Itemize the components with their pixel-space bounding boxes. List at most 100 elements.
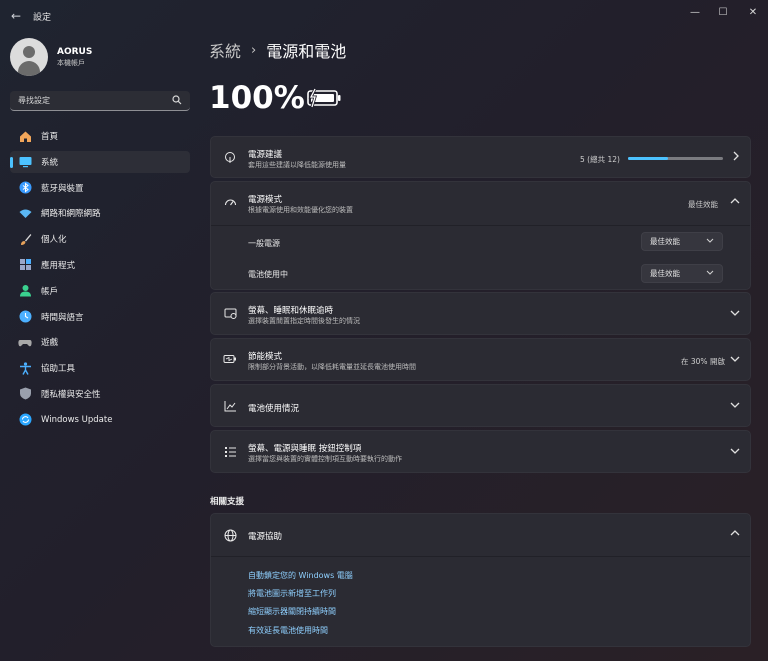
sidebar-item-label: 協助工具 <box>41 364 76 375</box>
power-mode-header[interactable]: 電源模式 根據電源使用和效能優化您的裝置 最佳效能 <box>211 182 750 225</box>
sidebar-item-label: 藍牙與裝置 <box>41 183 84 194</box>
sidebar-item-label: 應用程式 <box>41 260 76 271</box>
recommendations-count: 5 (總共 12) <box>580 155 620 164</box>
sidebar-item-network[interactable]: 網路和網際網路 <box>10 202 190 224</box>
maximize-button[interactable]: ☐ <box>710 4 736 20</box>
chevron-right-icon <box>732 151 740 164</box>
power-mode-subtitle: 根據電源使用和效能優化您的裝置 <box>248 206 353 214</box>
close-button[interactable]: ✕ <box>740 4 766 20</box>
sidebar-item-label: 時間與語言 <box>41 312 84 323</box>
energy-saver-threshold: 在 30% 開啟 <box>681 357 725 366</box>
chevron-down-icon <box>706 236 714 246</box>
network-icon <box>18 206 32 220</box>
usage-chart-icon <box>223 400 237 415</box>
plugged-in-mode-dropdown[interactable]: 最佳效能 <box>641 232 723 251</box>
sidebar-item-bluetooth[interactable]: 藍牙與裝置 <box>10 177 190 199</box>
screen-sleep-timeouts-card[interactable]: 螢幕、睡眠和休眠逾時 選擇裝置閒置指定時間後發生的情況 <box>210 292 751 335</box>
sidebar-item-privacy-security[interactable]: 隱私權與安全性 <box>10 383 190 405</box>
button-controls-card[interactable]: 螢幕、電源與睡眠 按鈕控制項 選擇當您與裝置的實體控制項互動時要執行的動作 <box>210 430 751 473</box>
chevron-down-icon <box>730 401 740 412</box>
sidebar-item-label: 帳戶 <box>41 286 59 297</box>
search-placeholder: 尋找設定 <box>18 96 50 105</box>
power-help-title: 電源協助 <box>248 532 283 542</box>
chevron-down-icon <box>730 355 740 366</box>
screen-sleep-subtitle: 選擇裝置閒置指定時間後發生的情況 <box>248 317 360 325</box>
page-title: 電源和電池 <box>266 42 347 61</box>
accessibility-icon <box>18 361 32 375</box>
display-timer-icon <box>223 308 237 323</box>
avatar-body <box>18 61 40 76</box>
energy-saver-title: 節能模式 <box>248 352 283 362</box>
update-icon <box>18 413 32 427</box>
plugged-in-label: 一般電源 <box>248 239 280 248</box>
help-link[interactable]: 縮短顯示器關閉持續時間 <box>248 606 336 617</box>
globe-icon <box>223 529 237 545</box>
battery-charging-icon <box>306 88 342 108</box>
apps-icon <box>18 258 32 272</box>
chevron-up-icon <box>730 529 740 540</box>
sidebar-item-label: 網路和網際網路 <box>41 209 101 220</box>
power-recommendations-card[interactable]: 電源建議 套用這些建議以降低能源使用量 5 (總共 12) <box>210 136 751 178</box>
sidebar-item-gaming[interactable]: 遊戲 <box>10 331 190 353</box>
profile-account-type: 本機帳戶 <box>57 59 85 67</box>
on-battery-mode-dropdown[interactable]: 最佳效能 <box>641 264 723 283</box>
profile-name: AORUS <box>57 47 93 57</box>
search-icon[interactable] <box>172 95 182 108</box>
sidebar-item-personalization[interactable]: 個人化 <box>10 228 190 250</box>
power-recommendations-title: 電源建議 <box>248 150 283 160</box>
button-controls-title: 螢幕、電源與睡眠 按鈕控制項 <box>248 444 362 454</box>
user-profile[interactable]: AORUS 本機帳戶 <box>10 37 92 77</box>
sidebar-item-home[interactable]: 首頁 <box>10 125 190 147</box>
power-mode-icon <box>223 197 237 212</box>
divider <box>211 225 750 226</box>
profile-text: AORUS 本機帳戶 <box>57 46 92 68</box>
app-title: 設定 <box>33 13 52 23</box>
sidebar-item-label: Windows Update <box>41 414 113 425</box>
battery-saver-icon <box>223 354 237 367</box>
title-bar: ← 設定 — ☐ ✕ <box>0 0 768 32</box>
on-battery-label: 電池使用中 <box>248 270 288 279</box>
account-icon <box>18 284 32 298</box>
list-settings-icon <box>223 446 237 461</box>
breadcrumb: 系統 › 電源和電池 <box>209 38 346 62</box>
sidebar-item-time-language[interactable]: 時間與語言 <box>10 306 190 328</box>
power-mode-card: 電源模式 根據電源使用和效能優化您的裝置 最佳效能 一般電源 最佳效能 電池使用… <box>210 181 751 290</box>
battery-percentage: 100% <box>209 80 305 116</box>
breadcrumb-parent[interactable]: 系統 <box>209 38 241 62</box>
recommendations-progress-fill <box>628 157 668 160</box>
energy-saver-card[interactable]: 節能模式 限制部分背景活動，以降低耗電量並延長電池使用時間 在 30% 開啟 <box>210 338 751 381</box>
help-link[interactable]: 自動鎖定您的 Windows 電腦 <box>248 570 353 581</box>
related-support-heading: 相關支援 <box>210 497 245 507</box>
battery-usage-card[interactable]: 電池使用情況 <box>210 384 751 427</box>
chevron-down-icon <box>730 309 740 320</box>
avatar <box>10 38 48 76</box>
dropdown-selected: 最佳效能 <box>650 237 680 246</box>
sidebar-item-accessibility[interactable]: 協助工具 <box>10 357 190 379</box>
sidebar-item-accounts[interactable]: 帳戶 <box>10 280 190 302</box>
button-controls-subtitle: 選擇當您與裝置的實體控制項互動時要執行的動作 <box>248 455 402 463</box>
power-mode-value: 最佳效能 <box>688 200 718 209</box>
brush-icon <box>18 232 32 246</box>
energy-saver-subtitle: 限制部分背景活動，以降低耗電量並延長電池使用時間 <box>248 363 416 371</box>
sidebar-item-system[interactable]: 系統 <box>10 150 190 173</box>
minimize-button[interactable]: — <box>682 4 708 20</box>
help-link[interactable]: 有效延長電池使用時間 <box>248 625 328 636</box>
breadcrumb-separator: › <box>251 42 257 58</box>
screen-sleep-title: 螢幕、睡眠和休眠逾時 <box>248 306 334 316</box>
power-help-header[interactable]: 電源協助 <box>211 514 750 556</box>
sidebar-item-windows-update[interactable]: Windows Update <box>10 409 190 431</box>
shield-icon <box>18 387 32 401</box>
avatar-head <box>23 46 35 58</box>
power-mode-title: 電源模式 <box>248 195 283 205</box>
help-link[interactable]: 將電池圖示新增至工作列 <box>248 588 336 599</box>
back-arrow-icon[interactable]: ← <box>6 6 26 26</box>
sidebar-item-apps[interactable]: 應用程式 <box>10 254 190 276</box>
sidebar-item-label: 隱私權與安全性 <box>41 389 101 400</box>
home-icon <box>18 129 32 143</box>
system-icon <box>18 155 32 169</box>
search-input[interactable]: 尋找設定 <box>10 91 190 111</box>
gamepad-icon <box>18 335 32 349</box>
clock-globe-icon <box>18 310 32 324</box>
chevron-down-icon <box>706 268 714 278</box>
sidebar-item-label: 首頁 <box>41 132 59 142</box>
